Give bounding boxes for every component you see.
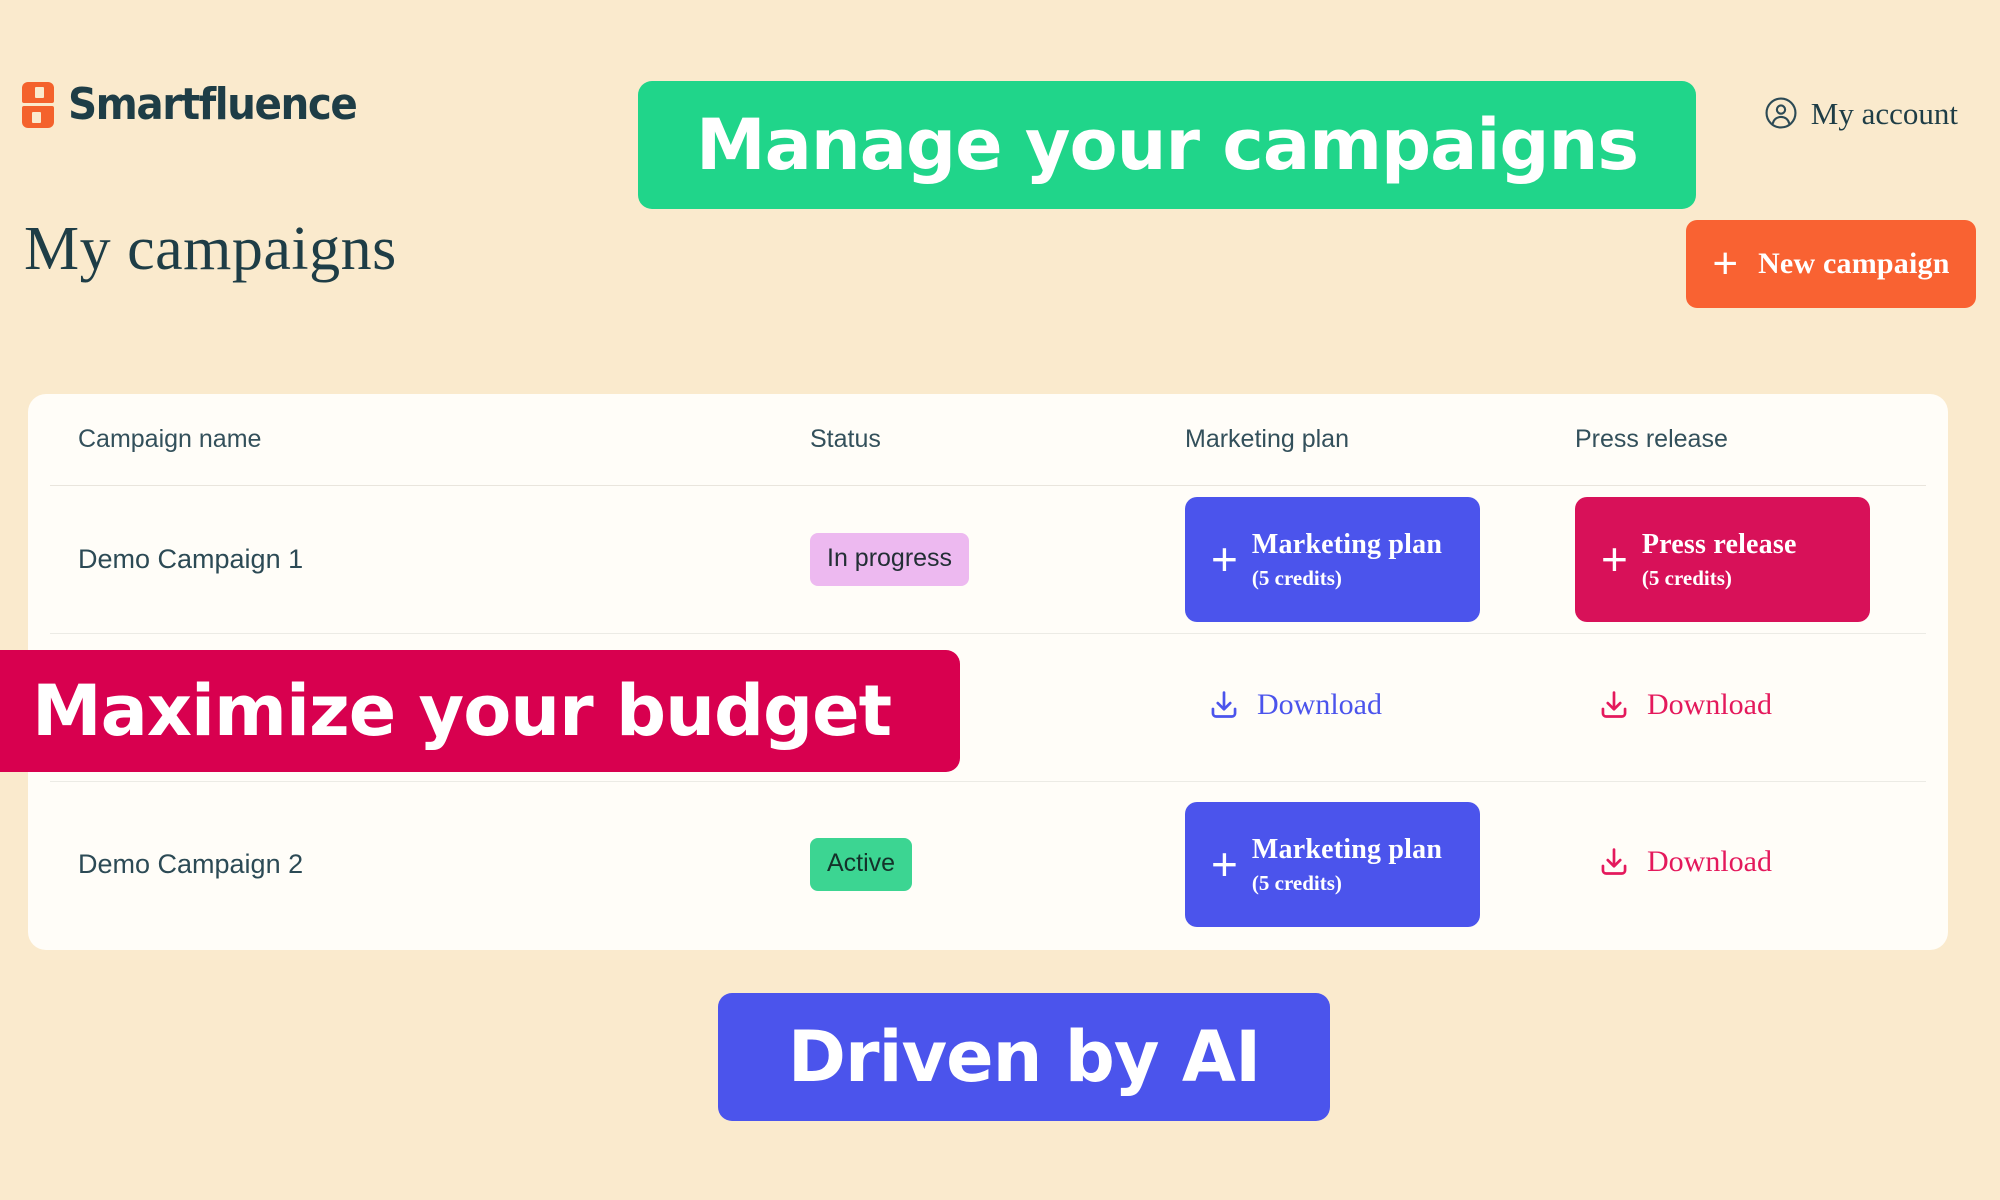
download-press-release-link[interactable]: Download xyxy=(1575,845,1772,879)
press-release-credits: (5 credits) xyxy=(1641,565,1732,590)
column-header-status: Status xyxy=(810,425,881,453)
new-campaign-label: New campaign xyxy=(1758,247,1950,280)
new-campaign-button[interactable]: + New campaign xyxy=(1686,220,1976,308)
column-header-marketing-plan: Marketing plan xyxy=(1185,425,1349,453)
plus-icon: + xyxy=(1712,238,1739,288)
brand-logo[interactable]: Smartfluence xyxy=(20,82,381,128)
column-header-press-release: Press release xyxy=(1575,425,1728,453)
banner-manage-campaigns: Manage your campaigns xyxy=(638,81,1696,209)
download-icon xyxy=(1601,691,1627,718)
generate-marketing-plan-button[interactable]: + Marketing plan (5 credits) xyxy=(1185,497,1480,622)
smartfluence-logo-icon xyxy=(20,82,56,128)
status-badge: Active xyxy=(810,838,913,891)
download-label: Download xyxy=(1647,688,1772,721)
marketing-plan-credits: (5 credits) xyxy=(1251,565,1342,590)
download-icon xyxy=(1211,691,1237,718)
table-header-row: Campaign name Status Marketing plan Pres… xyxy=(50,394,1926,486)
press-release-button-label: Press release xyxy=(1641,528,1797,560)
generate-marketing-plan-button[interactable]: + Marketing plan (5 credits) xyxy=(1185,802,1480,927)
campaign-name: Demo Campaign 1 xyxy=(78,544,304,574)
marketing-plan-button-label: Marketing plan xyxy=(1251,833,1443,865)
download-label: Download xyxy=(1257,688,1382,721)
brand-name: Smartfluence xyxy=(68,79,358,130)
banner-driven-by-ai: Driven by AI xyxy=(718,993,1330,1121)
campaign-name: Demo Campaign 2 xyxy=(78,849,304,879)
my-account-button[interactable]: My account xyxy=(1764,96,1958,130)
download-label: Download xyxy=(1647,845,1772,878)
plus-icon: + xyxy=(1211,837,1238,890)
download-icon xyxy=(1601,848,1627,875)
table-row: Demo Campaign 2 Active + Marketing plan … xyxy=(50,782,1926,947)
column-header-campaign-name: Campaign name xyxy=(78,425,262,453)
table-row: Demo Campaign 1 In progress + Marketing … xyxy=(50,486,1926,634)
banner-maximize-budget: Maximize your budget xyxy=(0,650,960,772)
title-row: My campaigns + New campaign xyxy=(0,215,2000,325)
download-marketing-plan-link[interactable]: Download xyxy=(1185,688,1382,722)
generate-press-release-button[interactable]: + Press release (5 credits) xyxy=(1575,497,1870,622)
marketing-plan-credits: (5 credits) xyxy=(1251,870,1342,895)
page-title: My campaigns xyxy=(24,215,397,283)
download-press-release-link[interactable]: Download xyxy=(1575,688,1772,722)
plus-icon: + xyxy=(1211,532,1238,585)
status-badge: In progress xyxy=(810,533,970,586)
marketing-plan-button-label: Marketing plan xyxy=(1251,528,1443,560)
user-circle-icon xyxy=(1765,97,1797,129)
my-account-label: My account xyxy=(1810,95,1958,131)
plus-icon: + xyxy=(1601,532,1628,585)
